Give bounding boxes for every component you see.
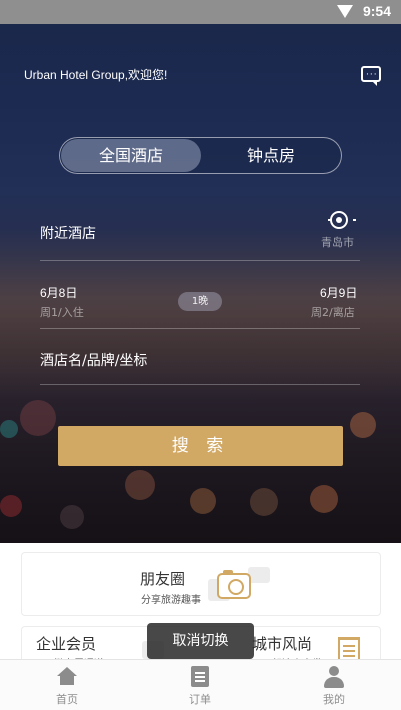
moments-title: 朋友圈 — [140, 570, 186, 588]
tab-hourly-rooms[interactable]: 钟点房 — [201, 139, 341, 172]
search-button[interactable]: 搜 索 — [58, 426, 343, 466]
bokeh-light — [350, 412, 376, 438]
locate-icon[interactable] — [328, 211, 356, 229]
message-icon[interactable]: ··· — [361, 66, 381, 86]
checkout-weekday: 周2/离店 — [311, 306, 355, 319]
hotel-type-tabs: 全国酒店 钟点房 — [59, 137, 342, 174]
fashion-title: 城市风尚 — [252, 635, 313, 653]
divider — [40, 384, 360, 385]
wifi-icon — [337, 5, 353, 18]
nearby-hotels-field[interactable]: 附近酒店 — [40, 223, 96, 243]
tab-mine-label: 我的 — [323, 693, 345, 706]
tab-home-label: 首页 — [56, 693, 78, 706]
user-icon — [324, 666, 344, 688]
divider — [40, 328, 360, 329]
message-dots: ··· — [366, 70, 378, 80]
checkin-weekday: 周1/入住 — [40, 306, 84, 319]
bokeh-light — [0, 420, 18, 438]
nights-badge: 1晚 — [178, 292, 222, 311]
tab-orders[interactable]: 订单 — [160, 660, 240, 710]
orders-icon — [191, 666, 209, 687]
tab-home[interactable]: 首页 — [27, 660, 107, 710]
keyword-search-field[interactable]: 酒店名/品牌/坐标 — [40, 350, 147, 370]
bokeh-light — [0, 495, 22, 517]
member-title: 企业会员 — [36, 635, 97, 653]
tab-orders-label: 订单 — [189, 693, 211, 706]
camera-icon — [217, 570, 251, 599]
tab-mine[interactable]: 我的 — [294, 660, 374, 710]
toast-message: 取消切换 — [147, 623, 254, 659]
tab-national-hotels[interactable]: 全国酒店 — [61, 139, 201, 172]
bokeh-light — [20, 400, 56, 436]
photo-placeholder — [248, 567, 270, 583]
status-bar: 9:54 — [0, 0, 401, 24]
checkout-date[interactable]: 6月9日 — [320, 284, 357, 301]
moments-card[interactable]: 朋友圈 分享旅游趣事 — [21, 552, 381, 616]
moments-subtitle: 分享旅游趣事 — [141, 595, 201, 606]
bokeh-light — [310, 485, 338, 513]
current-city[interactable]: 青岛市 — [321, 234, 354, 250]
status-time: 9:54 — [362, 3, 391, 19]
bokeh-light — [125, 470, 155, 500]
bokeh-light — [250, 488, 278, 516]
bokeh-light — [190, 488, 216, 514]
divider — [40, 260, 360, 261]
checkin-date[interactable]: 6月8日 — [40, 284, 77, 301]
bokeh-light — [60, 505, 84, 529]
bottom-tabbar: 首页 订单 我的 — [0, 659, 401, 710]
home-icon — [57, 667, 77, 685]
welcome-text: Urban Hotel Group,欢迎您! — [24, 68, 168, 82]
